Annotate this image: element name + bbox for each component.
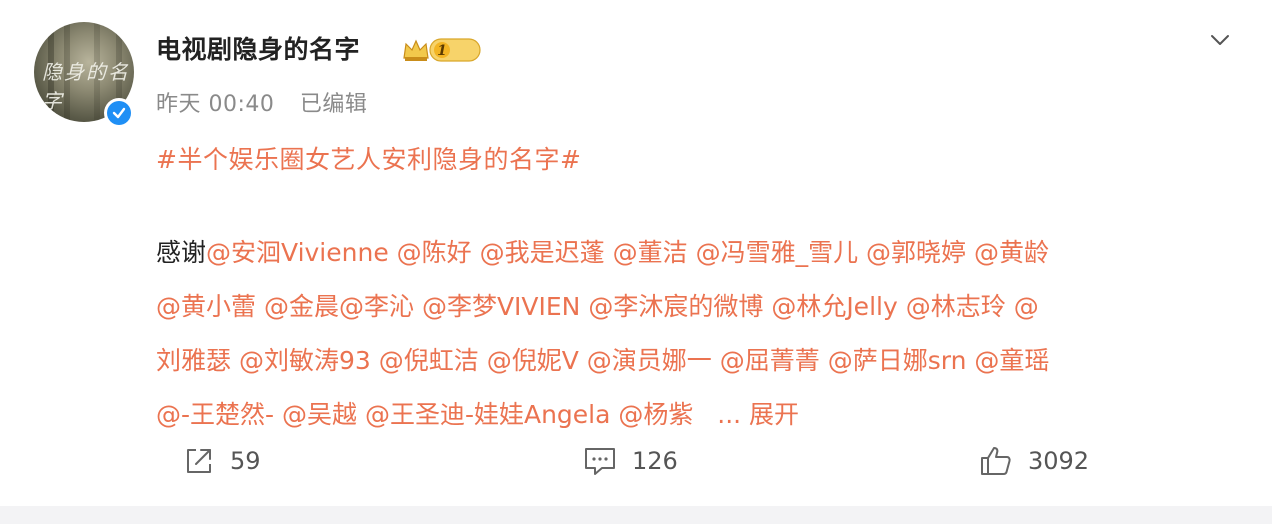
mention-link[interactable]: @李梦VIVIEN [422, 292, 580, 321]
mention-link[interactable]: @安洄Vivienne [206, 238, 389, 267]
share-count: 59 [230, 447, 261, 475]
mention-link[interactable]: @陈好 [397, 238, 472, 267]
mention-link[interactable]: @屈菁菁 [720, 346, 820, 375]
expand-link[interactable]: ... 展开 [717, 400, 799, 429]
mention-link[interactable]: @杨紫 [618, 400, 693, 429]
mention-link[interactable]: @董洁 [613, 238, 688, 267]
mention-link[interactable]: @刘敏涛93 [239, 346, 371, 375]
post-timestamp[interactable]: 昨天 00:40 [156, 92, 274, 117]
hashtag-link[interactable]: #半个娱乐圈女艺人安利隐身的名字# [156, 140, 581, 176]
crown-icon [403, 39, 429, 61]
post-body: 感谢@安洄Vivienne @陈好 @我是迟蓬 @董洁 @冯雪雅_雪儿 @郭晓婷… [156, 226, 1246, 442]
like-button[interactable]: 3092 [978, 436, 1089, 486]
mention-link[interactable]: @林允Jelly [771, 292, 897, 321]
comment-count: 126 [632, 447, 678, 475]
mention-link[interactable]: 刘雅瑟 [156, 346, 231, 375]
body-line-4: @-王楚然- @吴越 @王圣迪-娃娃Angela @杨紫 ... 展开 [156, 388, 1246, 442]
action-bar: 59 126 3092 [0, 436, 1272, 486]
thumbs-up-icon [981, 447, 1011, 475]
body-line-2: @黄小蕾 @金晨@李沁 @李梦VIVIEN @李沐宸的微博 @林允Jelly @… [156, 280, 1246, 334]
thanks-prefix: 感谢 [156, 238, 207, 267]
comment-button[interactable]: 126 [582, 436, 678, 486]
username-link[interactable]: 电视剧隐身的名字 [156, 30, 360, 66]
mention-link[interactable]: @我是迟蓬 [480, 238, 605, 267]
body-line-3: 刘雅瑟 @刘敏涛93 @倪虹洁 @倪妮V @演员娜一 @屈菁菁 @萨日娜srn … [156, 334, 1246, 388]
share-button[interactable]: 59 [182, 436, 261, 486]
verified-badge-icon [104, 98, 134, 128]
mention-link[interactable]: @金晨@李沁 [264, 292, 414, 321]
mention-link[interactable]: @吴越 [282, 400, 357, 429]
mention-link[interactable]: @黄小蕾 [156, 292, 256, 321]
body-line-1: 感谢@安洄Vivienne @陈好 @我是迟蓬 @董洁 @冯雪雅_雪儿 @郭晓婷… [156, 226, 1246, 280]
mention-link[interactable]: @黄龄 [974, 238, 1049, 267]
weibo-post-card: 隐身的名字 电视剧隐身的名字 1 昨天 00:40 已编辑 #半个娱乐圈女艺人安… [0, 0, 1272, 506]
mention-link[interactable]: @王圣迪-娃娃Angela [365, 400, 610, 429]
mention-link[interactable]: @林志玲 [906, 292, 1006, 321]
mention-link[interactable]: @童瑶 [974, 346, 1049, 375]
mention-link[interactable]: @倪虹洁 [379, 346, 479, 375]
post-meta: 昨天 00:40 已编辑 [156, 86, 385, 118]
mention-link[interactable]: @演员娜一 [587, 346, 712, 375]
mention-link[interactable]: @冯雪雅_雪儿 [696, 238, 859, 267]
chevron-down-icon[interactable] [1206, 26, 1234, 54]
feed-divider [0, 506, 1272, 524]
mention-link[interactable]: @ [1014, 292, 1039, 321]
comment-icon [585, 448, 615, 475]
like-count: 3092 [1028, 447, 1090, 475]
mention-link[interactable]: @李沐宸的微博 [588, 292, 763, 321]
member-level-badge[interactable]: 1 [402, 36, 482, 64]
share-icon [187, 449, 211, 473]
badge-level-text: 1 [437, 43, 447, 59]
mention-link[interactable]: @萨日娜srn [828, 346, 967, 375]
mention-link[interactable]: @倪妮V [487, 346, 579, 375]
mention-link[interactable]: @郭晓婷 [866, 238, 966, 267]
edited-label[interactable]: 已编辑 [300, 92, 368, 117]
mention-link[interactable]: @-王楚然- [156, 400, 274, 429]
